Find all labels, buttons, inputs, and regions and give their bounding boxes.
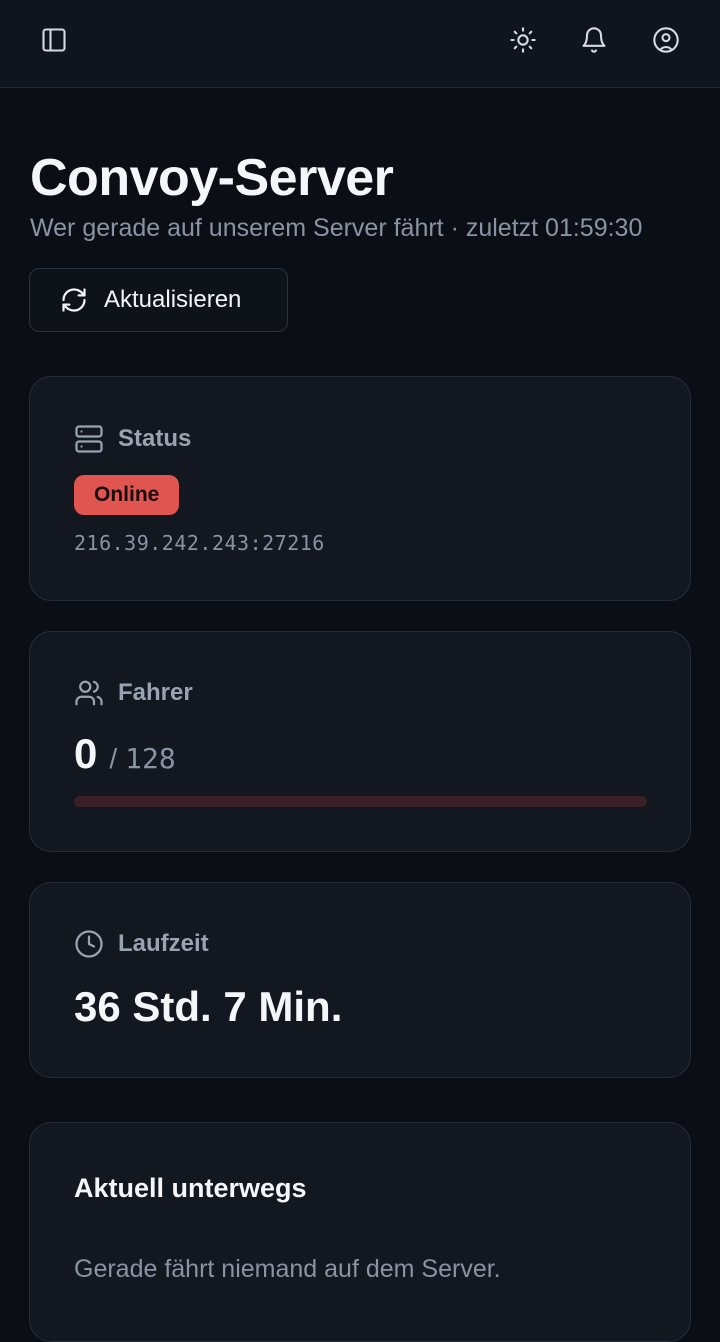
driver-count-max: 128 bbox=[125, 742, 176, 775]
uptime-card-header: Laufzeit bbox=[74, 929, 209, 959]
drivers-card-header: Fahrer bbox=[74, 678, 193, 708]
status-card: Status Online 216.39.242.243:27216 bbox=[29, 376, 691, 601]
active-drivers-card: Aktuell unterwegs Gerade fährt niemand a… bbox=[29, 1122, 691, 1342]
driver-capacity-bar bbox=[74, 796, 647, 807]
driver-count: 0 / 128 bbox=[74, 730, 176, 778]
page-subtitle: Wer gerade auf unserem Server fährt · zu… bbox=[30, 214, 643, 242]
user-circle-icon bbox=[653, 27, 679, 53]
sun-icon bbox=[510, 27, 536, 53]
drivers-card-label: Fahrer bbox=[118, 679, 193, 706]
status-badge: Online bbox=[74, 475, 180, 515]
server-address: 216.39.242.243:27216 bbox=[74, 531, 325, 555]
account-button[interactable] bbox=[646, 20, 686, 60]
status-card-label: Status bbox=[118, 425, 192, 452]
top-bar bbox=[0, 0, 720, 88]
notifications-button[interactable] bbox=[574, 20, 614, 60]
uptime-value: 36 Std. 7 Min. bbox=[74, 983, 343, 1030]
theme-toggle-button[interactable] bbox=[503, 20, 543, 60]
status-card-header: Status bbox=[74, 424, 191, 454]
drivers-card: Fahrer 0 / 128 bbox=[29, 631, 691, 852]
server-icon bbox=[75, 425, 103, 453]
refresh-button[interactable]: Aktualisieren bbox=[29, 268, 288, 332]
page-title: Convoy-Server bbox=[30, 149, 394, 207]
clock-icon bbox=[75, 930, 103, 958]
active-drivers-title: Aktuell unterwegs bbox=[74, 1173, 307, 1203]
refresh-icon bbox=[62, 288, 86, 312]
uptime-card-label: Laufzeit bbox=[118, 930, 209, 957]
refresh-button-label: Aktualisieren bbox=[104, 286, 242, 313]
sidebar-toggle-icon bbox=[42, 28, 66, 52]
driver-count-separator: / bbox=[109, 743, 118, 774]
bell-icon bbox=[582, 27, 606, 53]
users-icon bbox=[75, 680, 103, 706]
uptime-card: Laufzeit 36 Std. 7 Min. bbox=[29, 882, 691, 1078]
driver-count-current: 0 bbox=[74, 730, 98, 777]
sidebar-toggle-button[interactable] bbox=[34, 20, 74, 60]
